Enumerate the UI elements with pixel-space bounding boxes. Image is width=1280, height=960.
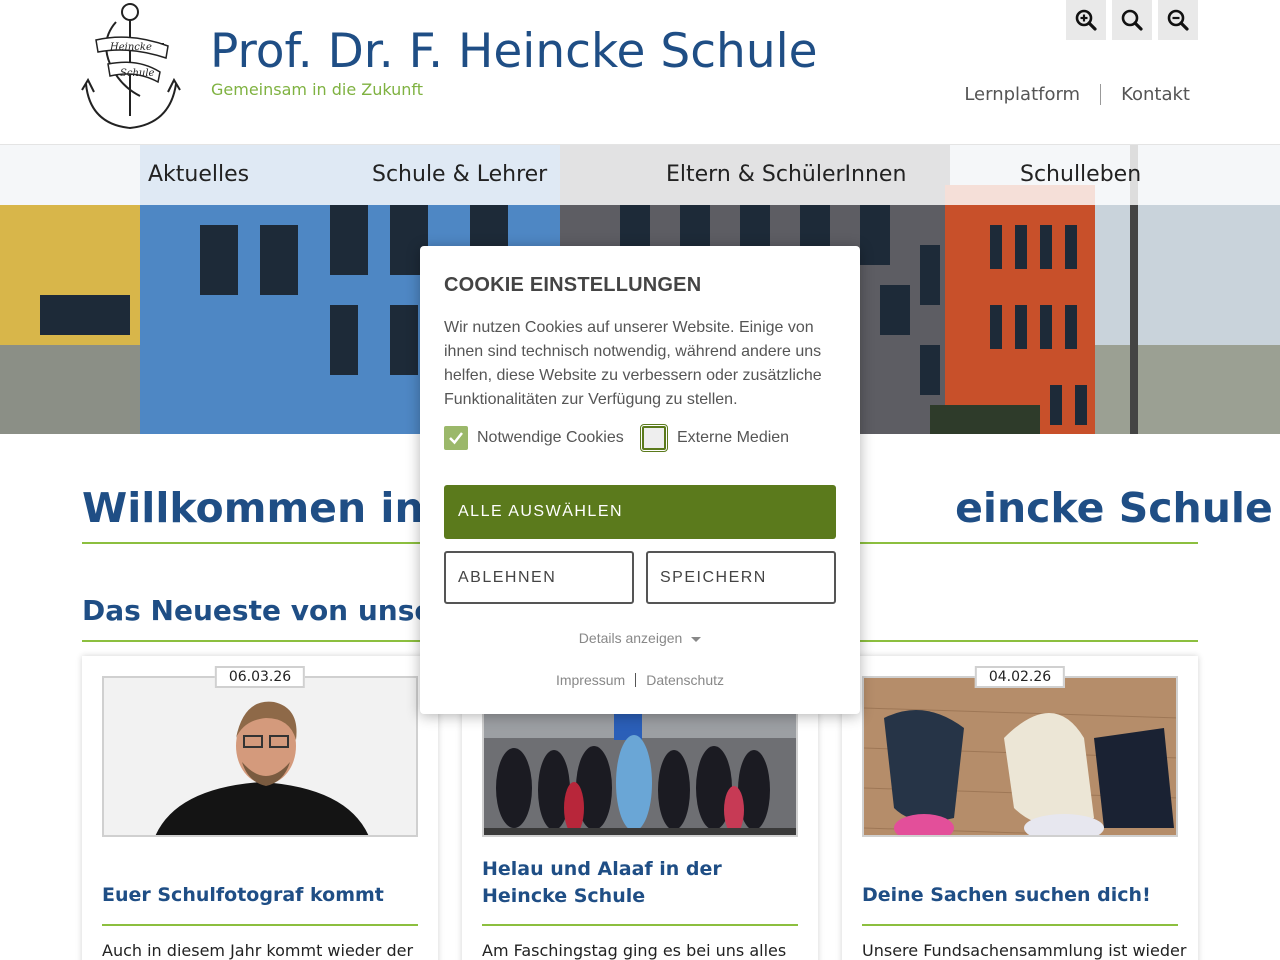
checkbox-necessary-label: Notwendige Cookies [477,429,624,446]
logo-text-2: Schule [120,68,155,79]
card-title[interactable]: Euer Schulfotograf kommt [102,882,418,909]
page: Heincke Schule Prof. Dr. F. Heincke Schu… [0,0,1280,960]
card-divider [102,924,418,926]
main-nav: Aktuelles Schule & Lehrer Eltern & Schül… [0,145,1280,205]
search-icon [1121,9,1143,31]
card-title[interactable]: Helau und Alaaf in der Heincke Schule [482,856,798,910]
card-divider [482,924,798,926]
top-links: Lernplatform Kontakt [944,84,1190,105]
section-heading: Das Neueste von unsere [82,594,467,627]
privacy-link[interactable]: Datenschutz [646,672,724,688]
page-heading-end: eincke Schule [955,484,1273,532]
imprint-link[interactable]: Impressum [556,672,625,688]
card-image[interactable] [862,676,1178,837]
decline-button[interactable]: ABLEHNEN [444,551,634,604]
zoom-reset-button[interactable] [1112,0,1152,40]
zoom-out-icon [1167,9,1189,31]
checkbox-external-label: Externe Medien [677,429,790,446]
news-card[interactable]: 04.02.26 Deine Sachen suchen dich! Unser… [842,656,1198,960]
cookie-dialog-text: Wir nutzen Cookies auf unserer Website. … [444,319,822,408]
details-label: Details anzeigen [578,630,683,646]
card-text: Auch in diesem Jahr kommt wieder der [102,941,414,960]
link-separator [635,673,637,687]
cookie-dialog-title: COOKIE EINSTELLUNGEN [444,274,702,296]
checkbox-checked-icon[interactable] [444,426,468,450]
link-kontakt[interactable]: Kontakt [1100,84,1190,105]
site-title[interactable]: Prof. Dr. F. Heincke Schule [210,24,818,79]
zoom-in-button[interactable] [1066,0,1106,40]
card-text: Unsere Fundsachensammlung ist wieder [862,941,1187,960]
link-lernplatform[interactable]: Lernplatform [944,84,1100,105]
card-date: 04.02.26 [974,666,1066,688]
details-toggle[interactable]: Details anzeigen [420,630,860,646]
card-divider [862,924,1178,926]
logo-text-1: Heincke [109,42,152,53]
chevron-down-icon [691,636,702,642]
cookie-dialog: COOKIE EINSTELLUNGEN Wir nutzen Cookies … [420,246,860,714]
nav-item-aktuelles[interactable]: Aktuelles [148,162,249,187]
zoom-out-button[interactable] [1158,0,1198,40]
card-title[interactable]: Deine Sachen suchen dich! [862,882,1178,909]
school-logo[interactable]: Heincke Schule [80,0,184,134]
zoom-controls [1066,0,1198,40]
nav-item-schulleben[interactable]: Schulleben [1020,162,1141,187]
site-header: Heincke Schule Prof. Dr. F. Heincke Schu… [0,0,1280,145]
news-card[interactable]: 06.03.26 Euer Schulfotograf kommt Auch i… [82,656,438,960]
accept-all-button[interactable]: ALLE AUSWÄHLEN [444,485,836,539]
zoom-in-icon [1075,9,1097,31]
card-text: Am Faschingstag ging es bei uns alles [482,941,787,960]
checkbox-external-media[interactable]: Externe Medien [640,424,790,452]
checkbox-necessary-cookies[interactable]: Notwendige Cookies [444,426,624,450]
card-image[interactable] [102,676,418,837]
nav-item-schule-lehrer[interactable]: Schule & Lehrer [372,162,547,187]
checkbox-unchecked-icon[interactable] [640,424,668,452]
card-date: 06.03.26 [214,666,306,688]
save-button[interactable]: SPEICHERN [646,551,836,604]
nav-item-eltern-schueler[interactable]: Eltern & SchülerInnen [666,162,906,187]
site-subtitle: Gemeinsam in die Zukunft [211,80,424,99]
cookie-dialog-links: Impressum Datenschutz [420,672,860,688]
